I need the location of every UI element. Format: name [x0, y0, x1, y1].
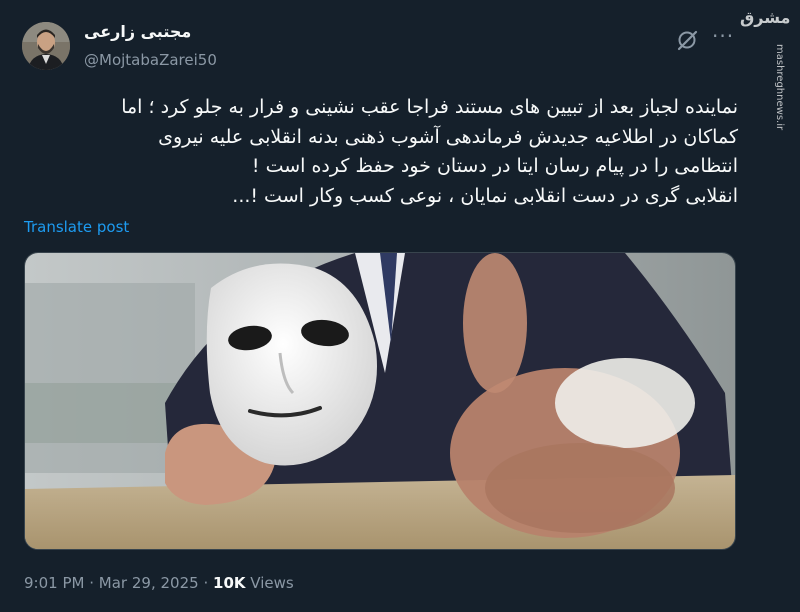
tweet-date[interactable]: Mar 29, 2025	[99, 574, 199, 592]
translate-post-link[interactable]: Translate post	[24, 218, 129, 236]
views-count[interactable]: 10K	[213, 574, 246, 592]
tweet-text-line: انقلابی گری در دست انقلابی نمایان ، نوعی…	[232, 184, 738, 207]
tweet-text: نماینده لجباز بعد از تبیین های مستند فرا…	[22, 93, 738, 211]
avatar-image	[22, 22, 70, 70]
avatar[interactable]	[22, 22, 70, 70]
display-name[interactable]: مجتبی زارعی	[84, 22, 191, 41]
tweet-media-image[interactable]	[24, 252, 736, 550]
watermark-logo: مشرق	[740, 8, 791, 27]
tweet-text-line: نماینده لجباز بعد از تبیین های مستند فرا…	[121, 96, 738, 118]
meta-separator: ·	[203, 574, 209, 592]
user-handle[interactable]: @MojtabaZarei50	[84, 51, 217, 69]
grok-icon[interactable]	[674, 27, 700, 53]
mask-photo	[25, 253, 735, 549]
tweet-meta: 9:01 PM · Mar 29, 2025 · 10K Views	[24, 574, 294, 592]
watermark-url: mashreghnews.ir	[771, 44, 791, 130]
meta-separator: ·	[89, 574, 95, 592]
watermark-url-text: mashreghnews.ir	[774, 44, 785, 131]
tweet-text-line: کماکان در اطلاعیه جدیدش فرماندهی آشوب ذه…	[158, 125, 738, 148]
more-icon[interactable]: ···	[712, 26, 734, 46]
tweet-text-line: انتظامی را در پیام رسان ایتا در دستان خو…	[251, 155, 738, 177]
tweet-time[interactable]: 9:01 PM	[24, 574, 84, 592]
views-label: Views	[250, 574, 294, 592]
